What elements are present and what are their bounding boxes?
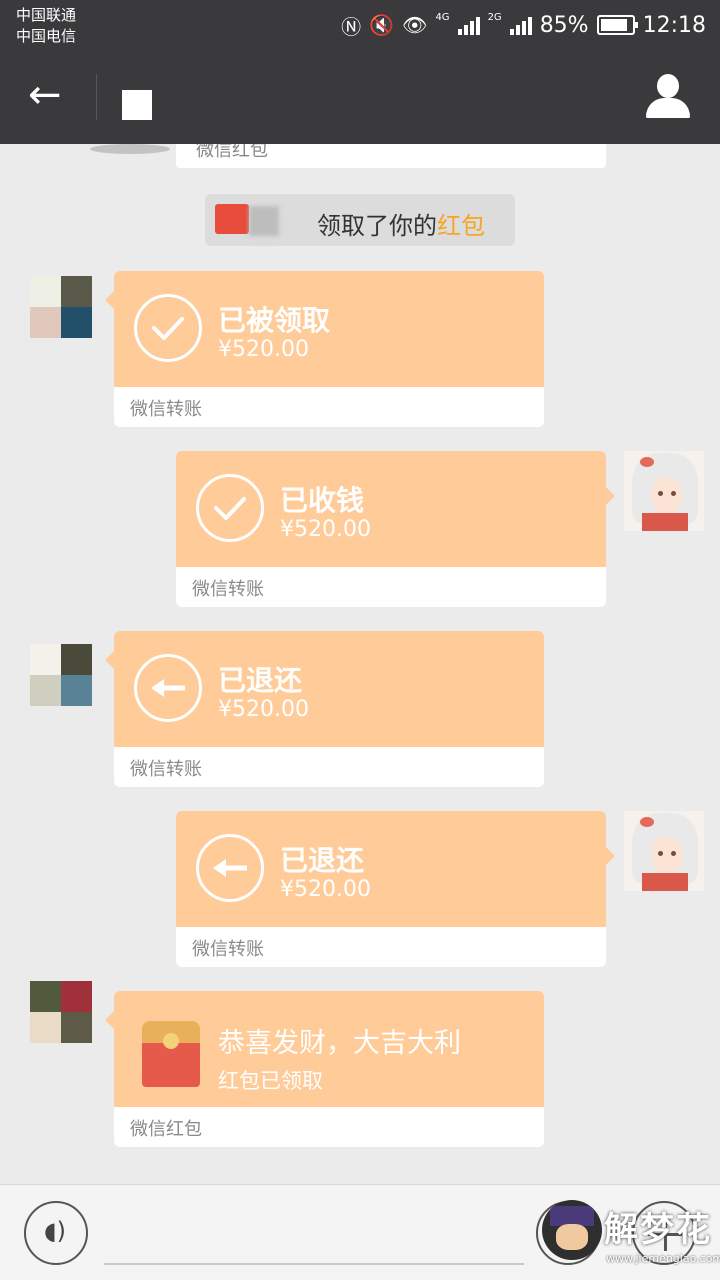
status-icons: Ⓝ 🔇 👁 4G 2G 85% 12:18 bbox=[341, 8, 706, 42]
carrier-info: 中国联通 中国电信 bbox=[16, 5, 76, 47]
system-message-link[interactable]: 红包 bbox=[437, 212, 485, 240]
transfer-card[interactable]: 已收钱 ¥520.00 微信转账 bbox=[176, 451, 615, 607]
chat-messages[interactable]: 微信红包 领取了你的红包 已被领取 ¥520.00 微信转账 已收钱 ¥520.… bbox=[0, 144, 720, 1184]
back-button[interactable]: ← bbox=[28, 70, 72, 120]
red-packet-card[interactable]: 恭喜发财，大吉大利 红包已领取 微信红包 bbox=[105, 991, 544, 1147]
signal-2-icon bbox=[509, 15, 532, 35]
red-packet-greeting: 恭喜发财，大吉大利 bbox=[218, 1028, 461, 1059]
carrier-1: 中国联通 bbox=[16, 6, 77, 24]
chat-info-button[interactable] bbox=[644, 72, 692, 120]
net-type-2: 2G bbox=[487, 11, 502, 23]
transfer-card[interactable]: 已退还 ¥520.00 微信转账 bbox=[105, 631, 544, 787]
transfer-card[interactable]: 已被领取 ¥520.00 微信转账 bbox=[105, 271, 544, 427]
contact-avatar[interactable] bbox=[30, 276, 92, 338]
card-footer: 微信红包 bbox=[130, 1119, 202, 1140]
mute-icon: 🔇 bbox=[369, 13, 395, 37]
system-message: 领取了你的红包 bbox=[205, 194, 515, 246]
signal-1-icon bbox=[457, 15, 480, 35]
transfer-amount: ¥520.00 bbox=[280, 517, 371, 542]
watermark-url: www.jiemenglao.com bbox=[606, 1252, 720, 1265]
contact-avatar[interactable] bbox=[30, 644, 92, 706]
transfer-card[interactable]: 已退还 ¥520.00 微信转账 bbox=[176, 811, 615, 967]
net-type-1: 4G bbox=[435, 11, 450, 23]
my-avatar[interactable] bbox=[624, 451, 704, 531]
watermark: 解梦花 www.jiemenglao.com bbox=[542, 1196, 720, 1280]
watermark-title: 解梦花 bbox=[604, 1210, 712, 1250]
transfer-status: 已收钱 bbox=[280, 484, 365, 517]
header-divider bbox=[96, 74, 97, 120]
red-packet-small-icon bbox=[215, 204, 249, 234]
eye-icon: 👁 bbox=[402, 13, 428, 37]
battery-icon bbox=[596, 15, 638, 35]
card-footer: 微信转账 bbox=[192, 579, 264, 600]
check-icon bbox=[134, 294, 202, 362]
transfer-status: 已退还 bbox=[218, 664, 303, 697]
card-footer: 微信转账 bbox=[130, 399, 202, 420]
contact-name-redacted bbox=[122, 90, 152, 120]
partial-avatar-shadow bbox=[90, 144, 170, 154]
my-avatar[interactable] bbox=[624, 811, 704, 891]
card-footer: 微信转账 bbox=[192, 939, 264, 960]
watermark-logo-icon bbox=[542, 1200, 602, 1260]
transfer-amount: ¥520.00 bbox=[218, 697, 309, 722]
partial-card-footer: 微信红包 bbox=[196, 144, 268, 161]
card-footer: 微信转账 bbox=[130, 759, 202, 780]
carrier-2: 中国电信 bbox=[16, 27, 77, 45]
check-icon bbox=[196, 474, 264, 542]
redacted-name bbox=[249, 206, 279, 236]
contact-avatar[interactable] bbox=[30, 981, 92, 1043]
voice-button[interactable]: ◖) bbox=[24, 1201, 88, 1265]
return-arrow-icon bbox=[196, 834, 264, 902]
red-envelope-icon bbox=[142, 1021, 200, 1087]
battery-percent: 85% bbox=[539, 12, 589, 38]
transfer-amount: ¥520.00 bbox=[280, 877, 371, 902]
status-bar: 中国联通 中国电信 Ⓝ 🔇 👁 4G 2G 85% 12:18 bbox=[0, 0, 720, 50]
arrow-left-icon: ← bbox=[28, 72, 62, 118]
return-arrow-icon bbox=[134, 654, 202, 722]
message-input[interactable] bbox=[104, 1263, 524, 1265]
voice-icon: ◖) bbox=[44, 1217, 67, 1245]
red-packet-state: 红包已领取 bbox=[218, 1069, 323, 1093]
partial-red-packet-card[interactable]: 微信红包 bbox=[176, 144, 606, 168]
transfer-status: 已被领取 bbox=[218, 304, 331, 337]
nfc-icon: Ⓝ bbox=[341, 14, 362, 39]
transfer-status: 已退还 bbox=[280, 844, 365, 877]
chat-header: ← bbox=[0, 50, 720, 144]
transfer-amount: ¥520.00 bbox=[218, 337, 309, 362]
clock: 12:18 bbox=[642, 12, 706, 38]
system-message-text: 领取了你的 bbox=[317, 212, 437, 240]
